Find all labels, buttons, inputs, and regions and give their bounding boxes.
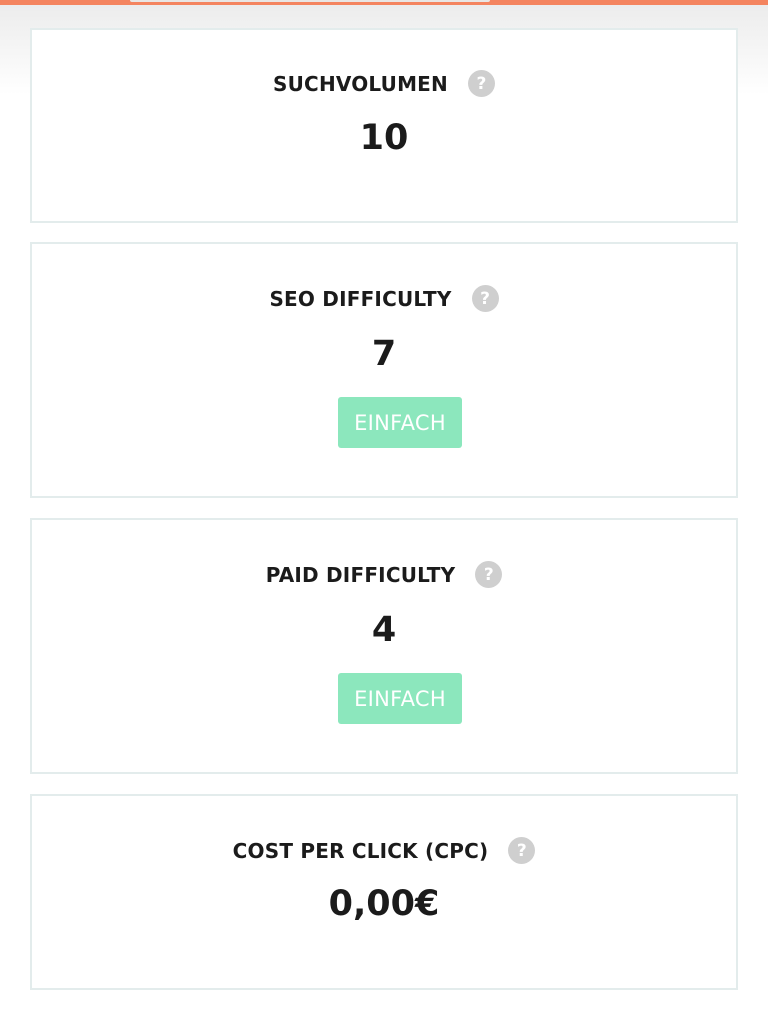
help-icon[interactable]: ? [475, 561, 503, 588]
top-progress-track [130, 0, 490, 2]
paid-difficulty-title: PAID DIFFICULTY [265, 562, 456, 587]
paid-difficulty-value: 4 [371, 610, 397, 650]
cpc-value: 0,00€ [328, 884, 440, 924]
search-volume-card: SUCHVOLUMEN ? 10 [30, 28, 738, 223]
cpc-card: COST PER CLICK (CPC) ? 0,00€ [30, 794, 738, 990]
help-icon[interactable]: ? [508, 837, 536, 864]
search-volume-title: SUCHVOLUMEN [273, 71, 448, 96]
seo-difficulty-badge: EINFACH [338, 397, 462, 448]
help-icon[interactable]: ? [471, 285, 499, 312]
seo-difficulty-title: SEO DIFFICULTY [269, 286, 452, 311]
seo-difficulty-title-row: SEO DIFFICULTY ? [32, 285, 736, 312]
paid-difficulty-card: PAID DIFFICULTY ? 4 EINFACH [30, 518, 738, 774]
cpc-title-row: COST PER CLICK (CPC) ? [32, 837, 736, 864]
seo-difficulty-value: 7 [371, 334, 397, 374]
cpc-title: COST PER CLICK (CPC) [232, 838, 489, 863]
paid-difficulty-title-row: PAID DIFFICULTY ? [32, 561, 736, 588]
seo-difficulty-card: SEO DIFFICULTY ? 7 EINFACH [30, 242, 738, 498]
search-volume-value: 10 [359, 118, 409, 158]
search-volume-title-row: SUCHVOLUMEN ? [32, 70, 736, 97]
paid-difficulty-badge: EINFACH [338, 673, 462, 724]
help-icon[interactable]: ? [467, 70, 495, 97]
